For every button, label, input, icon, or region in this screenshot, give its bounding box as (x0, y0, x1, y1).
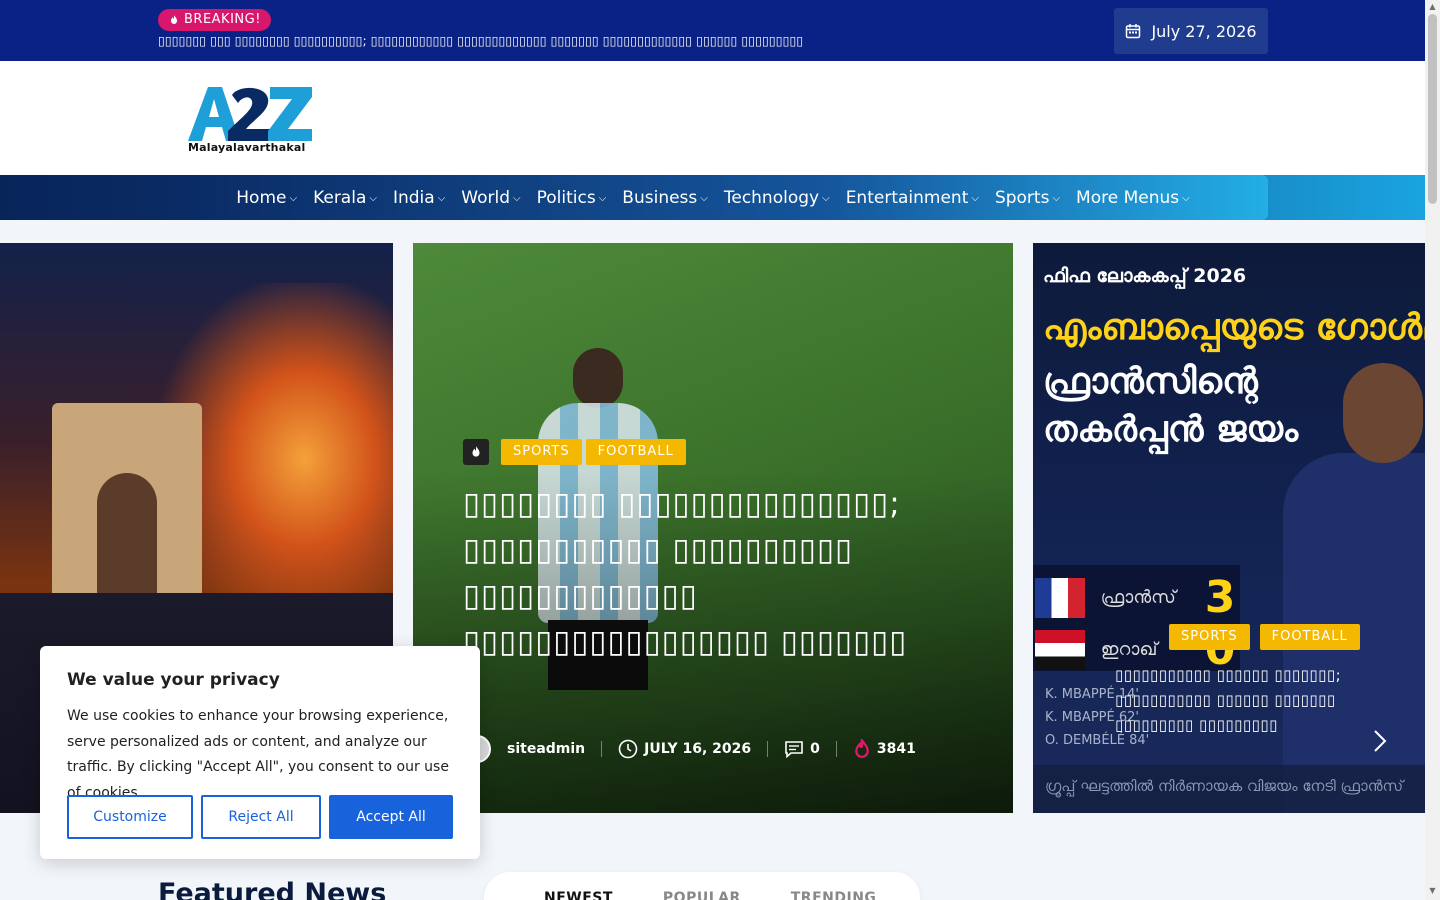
nav-label: Kerala (313, 187, 367, 208)
divider (835, 741, 837, 757)
nav-item-politics[interactable]: Politics ⌵ (529, 188, 615, 208)
nav-item-entertainment[interactable]: Entertainment ⌵ (838, 188, 987, 208)
team-name: ഫ്രാൻസ് (1100, 587, 1176, 608)
tag-sports[interactable]: SPORTS (501, 439, 582, 465)
tab-popular[interactable]: POPULAR (663, 890, 741, 900)
post-date: JULY 16, 2026 (618, 739, 751, 759)
clock-icon (618, 739, 638, 759)
author-name: siteadmin (507, 741, 586, 757)
calendar-icon (1126, 24, 1141, 39)
chevron-down-icon: ⌵ (437, 193, 446, 204)
scroll-thumb[interactable] (1428, 14, 1437, 204)
breaking-badge: BREAKING! (158, 9, 271, 31)
breaking-label: BREAKING! (184, 12, 261, 27)
post-comments[interactable]: 0 (784, 740, 820, 758)
section-title: Featured News (158, 878, 387, 900)
nav-item-india[interactable]: India ⌵ (385, 188, 453, 208)
fire-icon (171, 15, 177, 24)
current-date: July 27, 2026 (1114, 8, 1268, 54)
chevron-down-icon: ⌵ (598, 193, 607, 204)
nav-item-home[interactable]: Home ⌵ (228, 188, 305, 208)
nav-label: World (461, 187, 511, 208)
divider (767, 741, 769, 757)
chevron-right-icon[interactable] (1373, 729, 1387, 759)
nav-menu: Home ⌵ Kerala ⌵ India ⌵ World ⌵ Politics ⌵ Bu… (158, 175, 1268, 220)
hero-slide-next[interactable]: ഫിഫ ലോകകപ്പ് 2026 എംബാപ്പെയുടെ ഗോൾമ ഫ്രാ… (1033, 243, 1425, 813)
team-goals: 3 (1204, 572, 1236, 623)
nav-item-technology[interactable]: Technology ⌵ (716, 188, 838, 208)
tab-newest[interactable]: NEWEST (544, 890, 613, 900)
nav-item-sports[interactable]: Sports ⌵ (987, 188, 1068, 208)
nav-label: Entertainment (845, 187, 969, 208)
post-meta: siteadmin JULY 16, 2026 0 3841 (463, 735, 916, 763)
post-views: 3841 (853, 739, 916, 759)
nav-label: More Menus (1076, 187, 1180, 208)
fire-icon (463, 439, 489, 465)
nav-item-business[interactable]: Business ⌵ (614, 188, 716, 208)
nav-item-world[interactable]: World ⌵ (453, 188, 528, 208)
divider (601, 741, 603, 757)
chevron-down-icon: ⌵ (700, 193, 708, 204)
fire-icon (855, 739, 869, 758)
flag-france (1035, 577, 1085, 618)
post-author[interactable]: siteadmin (463, 735, 585, 763)
chevron-down-icon: ⌵ (513, 193, 521, 204)
nav-label: Politics (536, 187, 596, 208)
customize-button[interactable]: Customize (67, 795, 193, 839)
post-title[interactable]: ▯▯▯▯▯▯▯▯▯▯▯ ▯▯▯▯▯▯ ▯▯▯▯▯▯▯; ▯▯▯▯▯▯▯▯▯▯▯ … (1115, 663, 1375, 738)
scoreboard: ഫ്രാൻസ് 3 ഇറാഖ് 0 (1033, 565, 1240, 675)
logo-mark (188, 87, 312, 141)
post-categories: SPORTS FOOTBALL (463, 439, 686, 465)
nav-item-kerala[interactable]: Kerala ⌵ (305, 188, 385, 208)
image-headline-yellow: എംബാപ്പെയുടെ ഗോൾമ (1043, 307, 1425, 348)
tag-sports[interactable]: SPORTS (1169, 624, 1250, 650)
nav-label: Technology (723, 187, 820, 208)
scroll-up-icon[interactable]: ▲ (1428, 2, 1437, 12)
cookie-consent-dialog: We value your privacy We use cookies to … (40, 646, 480, 859)
chevron-down-icon: ⌵ (822, 193, 830, 204)
date-text: July 27, 2026 (1151, 21, 1257, 41)
accept-all-button[interactable]: Accept All (329, 795, 453, 839)
reject-all-button[interactable]: Reject All (201, 795, 321, 839)
hero-image-arch (52, 403, 202, 603)
chevron-down-icon: ⌵ (1182, 193, 1190, 204)
image-footer-caption: ഗ്രൂപ്പ് ഘട്ടത്തിൽ നിർണായക വിജയം നേടി ഫ്… (1033, 765, 1425, 813)
nav-label: Business (622, 187, 698, 208)
comment-count: 0 (810, 741, 820, 757)
nav-label: Sports (994, 187, 1050, 208)
date-text: JULY 16, 2026 (644, 741, 752, 757)
breaking-news-bar: BREAKING! ▯▯▯▯▯▯▯ ▯▯▯ ▯▯▯▯▯▯▯▯ ▯▯▯▯▯▯▯▯▯… (0, 0, 1425, 61)
tag-football[interactable]: FOOTBALL (1259, 624, 1360, 650)
view-count: 3841 (876, 741, 916, 757)
image-headline-white: ഫ്രാൻസിന്റെ തകർപ്പൻ ജയം (1043, 361, 1299, 450)
main-navigation: Home ⌵ Kerala ⌵ India ⌵ World ⌵ Politics ⌵ Bu… (0, 175, 1425, 220)
site-logo[interactable]: Malayalavarthakal (188, 85, 312, 157)
post-title[interactable]: ▯▯▯▯▯▯▯▯ ▯▯▯▯▯▯▯▯▯▯▯▯▯▯▯; ▯▯▯▯▯▯▯▯▯▯▯ ▯▯… (463, 481, 973, 665)
hero-slide-main[interactable]: SPORTS FOOTBALL ▯▯▯▯▯▯▯▯ ▯▯▯▯▯▯▯▯▯▯▯▯▯▯▯… (413, 243, 1013, 813)
news-tabs: NEWEST POPULAR TRENDING (484, 872, 920, 900)
score-row: ഫ്രാൻസ് 3 (1033, 571, 1240, 624)
logo-caption: Malayalavarthakal (188, 141, 306, 154)
chevron-down-icon: ⌵ (971, 193, 979, 204)
chevron-down-icon: ⌵ (289, 193, 298, 204)
scroll-down-icon[interactable]: ▼ (1428, 886, 1437, 896)
cookie-actions: Customize Reject All Accept All (67, 795, 453, 839)
tab-trending[interactable]: TRENDING (791, 890, 877, 900)
image-eyebrow: ഫിഫ ലോകകപ്പ് 2026 (1043, 265, 1247, 287)
page-scrollbar[interactable]: ▲ ▼ (1425, 0, 1440, 900)
chevron-down-icon: ⌵ (1052, 193, 1061, 204)
nav-label: Home (236, 187, 287, 208)
post-categories: SPORTS FOOTBALL (1169, 624, 1360, 650)
chevron-down-icon: ⌵ (369, 193, 377, 204)
breaking-headline-link[interactable]: ▯▯▯▯▯▯▯ ▯▯▯ ▯▯▯▯▯▯▯▯ ▯▯▯▯▯▯▯▯▯▯; ▯▯▯▯▯▯▯… (158, 33, 868, 48)
cookie-title: We value your privacy (67, 670, 280, 690)
nav-item-more-menus[interactable]: More Menus ⌵ (1068, 188, 1198, 208)
nav-label: India (392, 187, 435, 208)
comment-icon (785, 741, 803, 758)
flag-iraq (1035, 629, 1085, 670)
tag-football[interactable]: FOOTBALL (585, 439, 686, 465)
player-head (1343, 363, 1423, 463)
site-header: Malayalavarthakal (0, 61, 1425, 175)
cookie-description: We use cookies to enhance your browsing … (67, 708, 449, 801)
